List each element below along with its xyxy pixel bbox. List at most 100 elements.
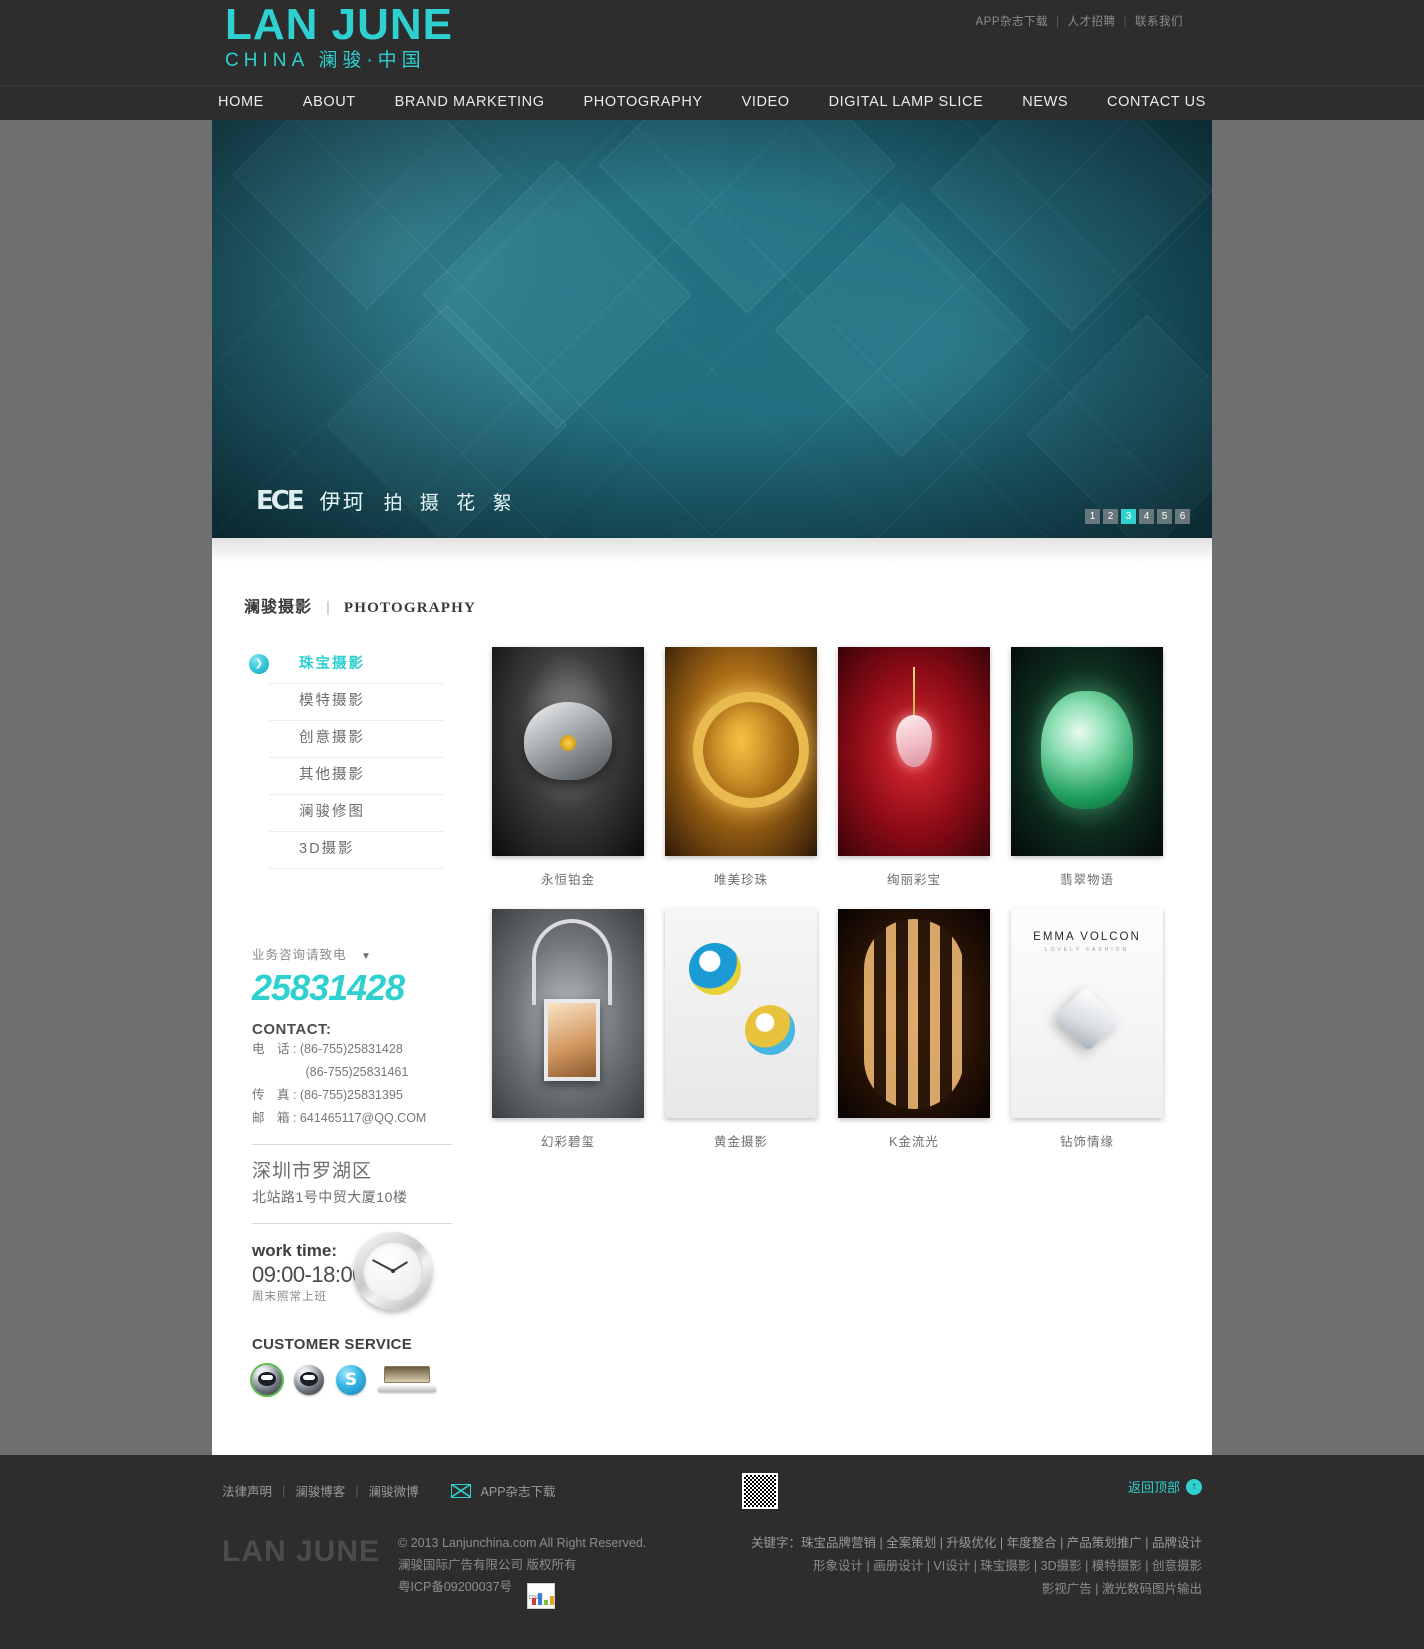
laptop-icon[interactable]	[378, 1366, 436, 1394]
envelope-icon[interactable]	[450, 1483, 471, 1498]
banner-dot-3[interactable]: 3	[1121, 509, 1136, 524]
copyright-line-3: 粤ICP备09200037号	[398, 1580, 512, 1594]
gallery-item[interactable]: 黄金摄影	[665, 909, 817, 1150]
main-nav: HOME ABOUT BRAND MARKETING PHOTOGRAPHY V…	[0, 85, 1424, 120]
gallery-grid: 永恒铂金 唯美珍珠 绚丽彩宝 翡翠物语 幻彩碧玺 黄金摄影 K金流光 EMMA …	[492, 647, 1188, 1150]
caret-down-icon: ▼	[361, 951, 372, 962]
gallery-thumbnail[interactable]	[1011, 647, 1163, 856]
footer-link-divider: |	[355, 1483, 359, 1498]
footer-brand: LAN JUNE	[222, 1535, 381, 1568]
hero-banner[interactable]: ECE 伊珂 拍 摄 花 絮 1 2 3 4 5 6	[212, 120, 1212, 538]
nav-item-about[interactable]: ABOUT	[303, 86, 356, 118]
gallery-caption: 翡翠物语	[1059, 873, 1114, 887]
nav-item-brand-marketing[interactable]: BRAND MARKETING	[395, 86, 545, 118]
banner-brand-mark: ECE	[256, 486, 305, 516]
gallery-thumbnail[interactable]	[838, 647, 990, 856]
gallery-caption: K金流光	[889, 1135, 939, 1149]
banner-dot-6[interactable]: 6	[1175, 509, 1190, 524]
gallery-caption: 唯美珍珠	[713, 873, 768, 887]
top-link-divider: |	[1056, 16, 1060, 28]
cnzz-stats-icon[interactable]: cnzz	[527, 1583, 556, 1609]
banner-dot-2[interactable]: 2	[1103, 509, 1118, 524]
nav-item-contact-us[interactable]: CONTACT US	[1107, 86, 1206, 118]
sidebar-item-jewelry[interactable]: ❯ 珠宝摄影	[249, 647, 444, 684]
gallery-item[interactable]: 绚丽彩宝	[838, 647, 990, 888]
sidebar-item-creative[interactable]: 创意摄影	[269, 721, 444, 758]
back-to-top-label: 返回顶部	[1127, 1480, 1180, 1495]
top-link-divider: |	[1123, 16, 1127, 28]
nav-item-digital-lamp-slice[interactable]: DIGITAL LAMP SLICE	[829, 86, 984, 118]
section-title-en: PHOTOGRAPHY	[343, 600, 477, 616]
gallery-item[interactable]: EMMA VOLCON LOVELY FASHION 钻饰情缘	[1011, 909, 1163, 1150]
sidebar-item-label: 创意摄影	[299, 730, 365, 746]
nav-item-video[interactable]: VIDEO	[742, 86, 790, 118]
top-link-jobs[interactable]: 人才招聘	[1062, 16, 1122, 28]
gallery-caption: 黄金摄影	[713, 1135, 768, 1149]
banner-dot-5[interactable]: 5	[1157, 509, 1172, 524]
footer-copyright: © 2013 Lanjunchina.com All Right Reserve…	[398, 1532, 646, 1609]
qq-icon[interactable]	[294, 1365, 324, 1395]
phone-block: 业务咨询请致电 ▼ 25831428 CONTACT: 电 话 : (86-75…	[244, 944, 472, 1130]
logo-sub-text: CHINA 澜骏·中国	[225, 50, 426, 71]
gallery-caption: 绚丽彩宝	[886, 873, 941, 887]
footer-keywords-line-2: 形象设计 | 画册设计 | VI设计 | 珠宝摄影 | 3D摄影 | 模特摄影 …	[813, 1559, 1202, 1573]
gallery-thumbnail[interactable]: EMMA VOLCON LOVELY FASHION	[1011, 909, 1163, 1118]
top-bar: LAN JUNE CHINA 澜骏·中国 APP杂志下载 | 人才招聘 | 联系我们	[0, 0, 1424, 85]
footer-link-legal[interactable]: 法律声明	[222, 1481, 272, 1500]
banner-dot-1[interactable]: 1	[1085, 509, 1100, 524]
gallery-item[interactable]: K金流光	[838, 909, 990, 1150]
clock-icon	[354, 1232, 432, 1310]
banner-caption-text: 拍 摄 花 絮	[383, 492, 518, 514]
banner-caption: ECE 伊珂 拍 摄 花 絮	[256, 486, 517, 516]
sidebar-item-label: 其他摄影	[299, 767, 365, 783]
worktime-block: work time: 09:00-18:00 周末照常上班	[244, 1232, 472, 1316]
address-block: 深圳市罗湖区 北站路1号中贸大厦10楼	[244, 1159, 472, 1209]
banner-vignette	[212, 120, 1212, 538]
sidebar-item-model[interactable]: 模特摄影	[269, 684, 444, 721]
divider	[252, 1144, 452, 1145]
gallery-caption: 钻饰情缘	[1059, 1135, 1114, 1149]
footer-keywords: 关键字：珠宝品牌营销 | 全案策划 | 升级优化 | 年度整合 | 产品策划推广…	[751, 1532, 1202, 1609]
gallery-caption: 永恒铂金	[540, 873, 595, 887]
page-root: LAN JUNE CHINA 澜骏·中国 APP杂志下载 | 人才招聘 | 联系我们 H…	[0, 0, 1424, 1649]
top-link-contact[interactable]: 联系我们	[1129, 16, 1189, 28]
gallery-thumbnail[interactable]	[665, 909, 817, 1118]
footer-link-weibo[interactable]: 澜骏微博	[369, 1481, 419, 1500]
sidebar: ❯ 珠宝摄影 模特摄影 创意摄影 其他摄影 澜骏修图 3D摄影 业务咨询请致电 …	[212, 647, 472, 1395]
gallery-item[interactable]: 唯美珍珠	[665, 647, 817, 888]
thumbnail-brand-sub: LOVELY FASHION	[1044, 947, 1130, 953]
back-to-top-button[interactable]: 返回顶部 ↑	[1128, 1477, 1202, 1496]
gallery-thumbnail[interactable]	[665, 647, 817, 856]
sidebar-item-3d[interactable]: 3D摄影	[269, 832, 444, 869]
footer-link-app[interactable]: APP杂志下载	[481, 1481, 556, 1500]
banner-dot-4[interactable]: 4	[1139, 509, 1154, 524]
gallery-thumbnail[interactable]	[492, 909, 644, 1118]
footer-link-blog[interactable]: 澜骏博客	[295, 1481, 345, 1500]
skype-icon[interactable]: S	[336, 1365, 366, 1395]
footer-keywords-line-3: 影视广告 | 激光数码图片输出	[1041, 1582, 1202, 1596]
nav-item-news[interactable]: NEWS	[1022, 86, 1068, 118]
gallery-thumbnail[interactable]	[838, 909, 990, 1118]
top-link-app[interactable]: APP杂志下载	[969, 16, 1054, 28]
site-logo[interactable]: LAN JUNE CHINA 澜骏·中国	[225, 2, 453, 74]
sidebar-item-other[interactable]: 其他摄影	[269, 758, 444, 795]
customer-service-icons: S	[244, 1365, 472, 1395]
gallery-thumbnail[interactable]	[492, 647, 644, 856]
qq-icon[interactable]	[252, 1365, 282, 1395]
logo-main-text: LAN JUNE	[225, 0, 454, 49]
address-line-1: 深圳市罗湖区	[252, 1161, 373, 1182]
gallery-item[interactable]: 幻彩碧玺	[492, 909, 644, 1150]
gallery-item[interactable]: 永恒铂金	[492, 647, 644, 888]
sidebar-item-label: 3D摄影	[299, 841, 355, 857]
banner-brand-cn: 伊珂	[319, 491, 366, 514]
gallery-caption: 幻彩碧玺	[540, 1135, 595, 1149]
address-line-2: 北站路1号中贸大厦10楼	[252, 1189, 408, 1205]
phone-label: 业务咨询请致电 ▼	[252, 944, 472, 963]
contact-line-tel: 电 话 : (86-755)25831428	[252, 1042, 403, 1056]
gallery-item[interactable]: 翡翠物语	[1011, 647, 1163, 888]
nav-item-home[interactable]: HOME	[218, 86, 264, 118]
nav-item-photography[interactable]: PHOTOGRAPHY	[584, 86, 703, 118]
copyright-line-2: 澜骏国际广告有限公司 版权所有	[398, 1558, 577, 1572]
sidebar-item-retouch[interactable]: 澜骏修图	[269, 795, 444, 832]
footer-keywords-line-1: 关键字：珠宝品牌营销 | 全案策划 | 升级优化 | 年度整合 | 产品策划推广…	[751, 1536, 1202, 1550]
